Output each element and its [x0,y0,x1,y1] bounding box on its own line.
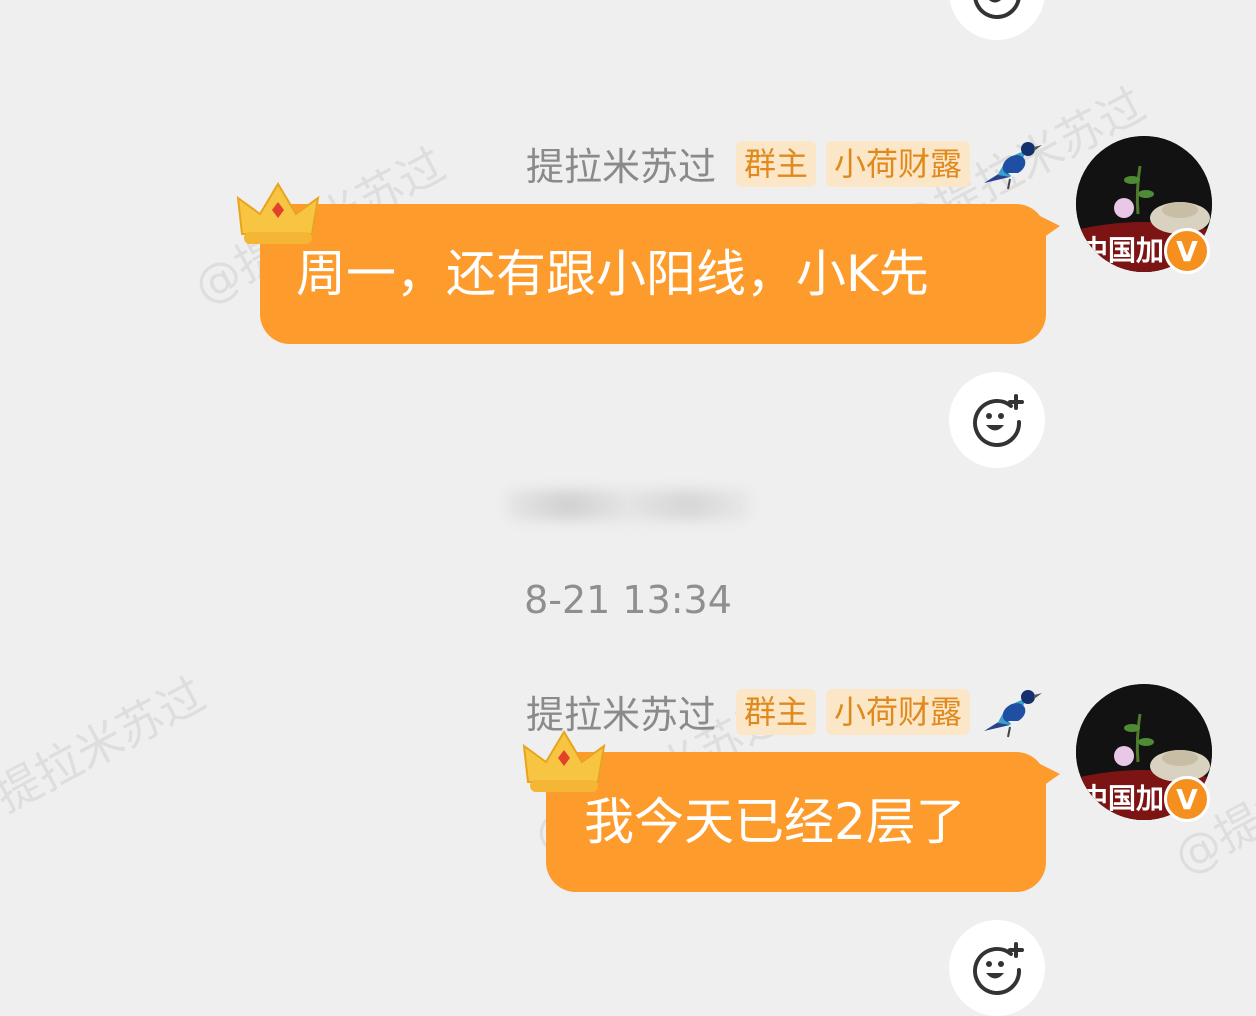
crown-icon [522,730,606,792]
group-name-badge: 小荷财露 [825,688,970,735]
avatar-caption: 中国加 [1080,234,1164,267]
verified-badge-icon: V [1164,776,1210,822]
add-emoji-icon [973,394,1024,447]
group-owner-badge: 群主 [735,140,816,187]
add-reaction-button[interactable] [949,0,1045,40]
group-owner-badge: 群主 [735,688,816,735]
bird-icon [984,141,1042,189]
watermark: @提拉米苏过 [0,667,214,845]
message-sender-row: 提拉米苏过 群主 小荷财露 [526,136,1046,191]
add-emoji-icon [973,0,1021,19]
bubble-tail [1040,764,1060,788]
group-name-badge: 小荷财露 [825,140,970,187]
message-bubble[interactable]: 周一，还有跟小阳线，小K先 [260,204,1060,344]
bird-icon [984,689,1042,737]
timestamp: 8-21 13:34 [524,578,732,622]
add-reaction-button[interactable] [949,920,1045,1016]
add-emoji-icon [973,942,1024,995]
crown-icon [236,182,320,244]
blurred-system-text [506,490,750,520]
message-text: 我今天已经2层了 [584,793,966,851]
verified-badge-icon: V [1164,228,1210,274]
avatar-caption: 中国加 [1080,782,1164,815]
add-reaction-button[interactable] [949,372,1045,468]
message-text: 周一，还有跟小阳线，小K先 [296,245,929,303]
sender-name[interactable]: 提拉米苏过 [526,136,716,191]
bubble-tail [1040,216,1060,240]
message-bubble[interactable]: 我今天已经2层了 [546,752,1060,892]
